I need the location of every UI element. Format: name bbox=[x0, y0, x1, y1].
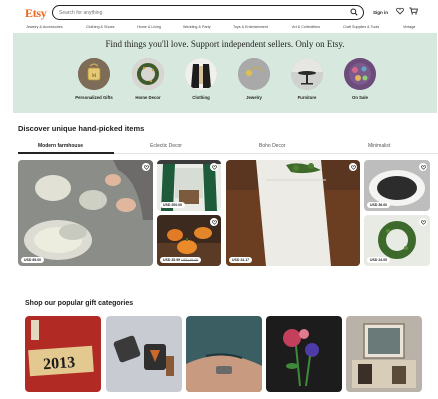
product-tile[interactable]: USD 24.17 bbox=[226, 160, 360, 266]
nav-toys-entertainment[interactable]: Toys & Entertainment bbox=[233, 25, 268, 29]
embroidered-flowers-image bbox=[266, 316, 342, 392]
nav-home-living[interactable]: Home & Living bbox=[137, 25, 161, 29]
svg-text:M: M bbox=[92, 74, 97, 79]
circle-on-sale[interactable]: On Sale bbox=[340, 58, 380, 100]
clothing-image bbox=[185, 58, 217, 90]
original-price: USD 45.00 bbox=[181, 258, 199, 262]
cufflinks-image bbox=[106, 316, 182, 392]
circle-label: Personalized Gifts bbox=[75, 95, 113, 100]
table-runner-image bbox=[226, 160, 360, 266]
heart-icon[interactable] bbox=[396, 7, 404, 15]
price-tag: USD 36.00 bbox=[367, 202, 391, 208]
discover-heading: Discover unique hand-picked items bbox=[18, 124, 145, 133]
circle-label: Clothing bbox=[192, 95, 210, 100]
nav-art-collectibles[interactable]: Art & Collectibles bbox=[292, 25, 320, 29]
gift-category-card[interactable] bbox=[106, 316, 182, 392]
category-nav: Jewelry & Accessories Clothing & Shoes H… bbox=[0, 25, 438, 32]
ceramic-dishes-image bbox=[18, 160, 153, 266]
circle-clothing[interactable]: Clothing bbox=[181, 58, 221, 100]
favorite-button[interactable] bbox=[210, 218, 218, 226]
tab-eclectic-decor[interactable]: Eclectic Decor bbox=[150, 143, 182, 149]
heart-icon bbox=[420, 220, 426, 225]
jewelry-image bbox=[238, 58, 270, 90]
product-tile[interactable]: USD 35.99 USD 45.00 bbox=[157, 215, 221, 266]
circle-personalized-gifts[interactable]: M Personalized Gifts bbox=[74, 58, 114, 100]
favorite-button[interactable] bbox=[142, 163, 150, 171]
price-tag: USD 200.00 bbox=[160, 202, 186, 208]
home-decor-image bbox=[132, 58, 164, 90]
favorite-button[interactable] bbox=[349, 163, 357, 171]
circle-label: Jewelry bbox=[246, 95, 262, 100]
heart-icon bbox=[350, 165, 356, 170]
tab-minimalist[interactable]: Minimalist bbox=[368, 143, 390, 149]
gift-category-card[interactable] bbox=[186, 316, 262, 392]
etsy-logo[interactable]: Etsy bbox=[25, 6, 47, 21]
nav-vintage[interactable]: Vintage bbox=[403, 25, 415, 29]
on-sale-image bbox=[344, 58, 376, 90]
gift-categories-heading: Shop our popular gift categories bbox=[25, 300, 134, 307]
favorite-button[interactable] bbox=[419, 163, 427, 171]
furniture-image bbox=[291, 58, 323, 90]
active-tab-indicator bbox=[18, 152, 114, 154]
search-bar[interactable] bbox=[52, 5, 364, 20]
nav-craft-supplies[interactable]: Craft Supplies & Tools bbox=[343, 25, 379, 29]
cart-icon[interactable] bbox=[409, 7, 418, 15]
heart-icon bbox=[211, 220, 217, 225]
gift-category-card[interactable]: 2013 bbox=[25, 316, 101, 392]
search-input[interactable] bbox=[59, 7, 339, 18]
style-tabs: Modern farmhouse Eclectic Decor Boho Dec… bbox=[18, 140, 438, 154]
price-tag: USD 24.00 bbox=[367, 257, 391, 263]
tab-modern-farmhouse[interactable]: Modern farmhouse bbox=[38, 143, 83, 149]
hero-tagline: Find things you'll love. Support indepen… bbox=[105, 39, 345, 49]
circle-jewelry[interactable]: Jewelry bbox=[234, 58, 274, 100]
heart-icon bbox=[211, 165, 217, 170]
gift-card-text: 2013 bbox=[43, 354, 76, 373]
circle-label: Home Decor bbox=[135, 95, 161, 100]
price-tag: USD 24.17 bbox=[229, 257, 253, 263]
price-value: USD 24.17 bbox=[232, 258, 250, 262]
price-tag: USD 65.00 bbox=[21, 257, 45, 263]
circle-label: Furniture bbox=[297, 95, 317, 100]
circle-home-decor[interactable]: Home Decor bbox=[128, 58, 168, 100]
gift-category-card[interactable] bbox=[346, 316, 422, 392]
favorite-button[interactable] bbox=[210, 163, 218, 171]
heart-icon bbox=[420, 165, 426, 170]
gift-card-2013-image: 2013 bbox=[25, 316, 101, 392]
personalized-gifts-image: M bbox=[78, 58, 110, 90]
price-value: USD 200.00 bbox=[163, 203, 183, 207]
price-value: USD 36.00 bbox=[370, 203, 388, 207]
nav-jewelry-accessories[interactable]: Jewelry & Accessories bbox=[26, 25, 63, 29]
bracelet-image bbox=[186, 316, 262, 392]
heart-icon bbox=[143, 165, 149, 170]
site-header: Etsy Sign in bbox=[0, 0, 438, 24]
circle-label: On Sale bbox=[351, 95, 368, 100]
price-value: USD 35.99 bbox=[163, 258, 181, 262]
hero-banner: Find things you'll love. Support indepen… bbox=[13, 33, 437, 113]
sign-in-link[interactable]: Sign in bbox=[373, 10, 388, 15]
nav-clothing-shoes[interactable]: Clothing & Shoes bbox=[86, 25, 115, 29]
price-tag: USD 35.99 USD 45.00 bbox=[160, 257, 202, 263]
favorite-button[interactable] bbox=[419, 218, 427, 226]
circle-furniture[interactable]: Furniture bbox=[287, 58, 327, 100]
gift-category-card[interactable] bbox=[266, 316, 342, 392]
product-tile[interactable]: USD 65.00 bbox=[18, 160, 153, 266]
product-tile[interactable]: USD 24.00 bbox=[364, 215, 430, 266]
price-value: USD 65.00 bbox=[24, 258, 42, 262]
search-icon[interactable] bbox=[350, 8, 358, 16]
product-tile[interactable]: USD 200.00 bbox=[157, 160, 221, 211]
photo-frame-image bbox=[346, 316, 422, 392]
price-value: USD 24.00 bbox=[370, 258, 388, 262]
tab-boho-decor[interactable]: Boho Decor bbox=[259, 143, 285, 149]
product-tile[interactable]: USD 36.00 bbox=[364, 160, 430, 211]
nav-wedding-party[interactable]: Wedding & Party bbox=[183, 25, 211, 29]
